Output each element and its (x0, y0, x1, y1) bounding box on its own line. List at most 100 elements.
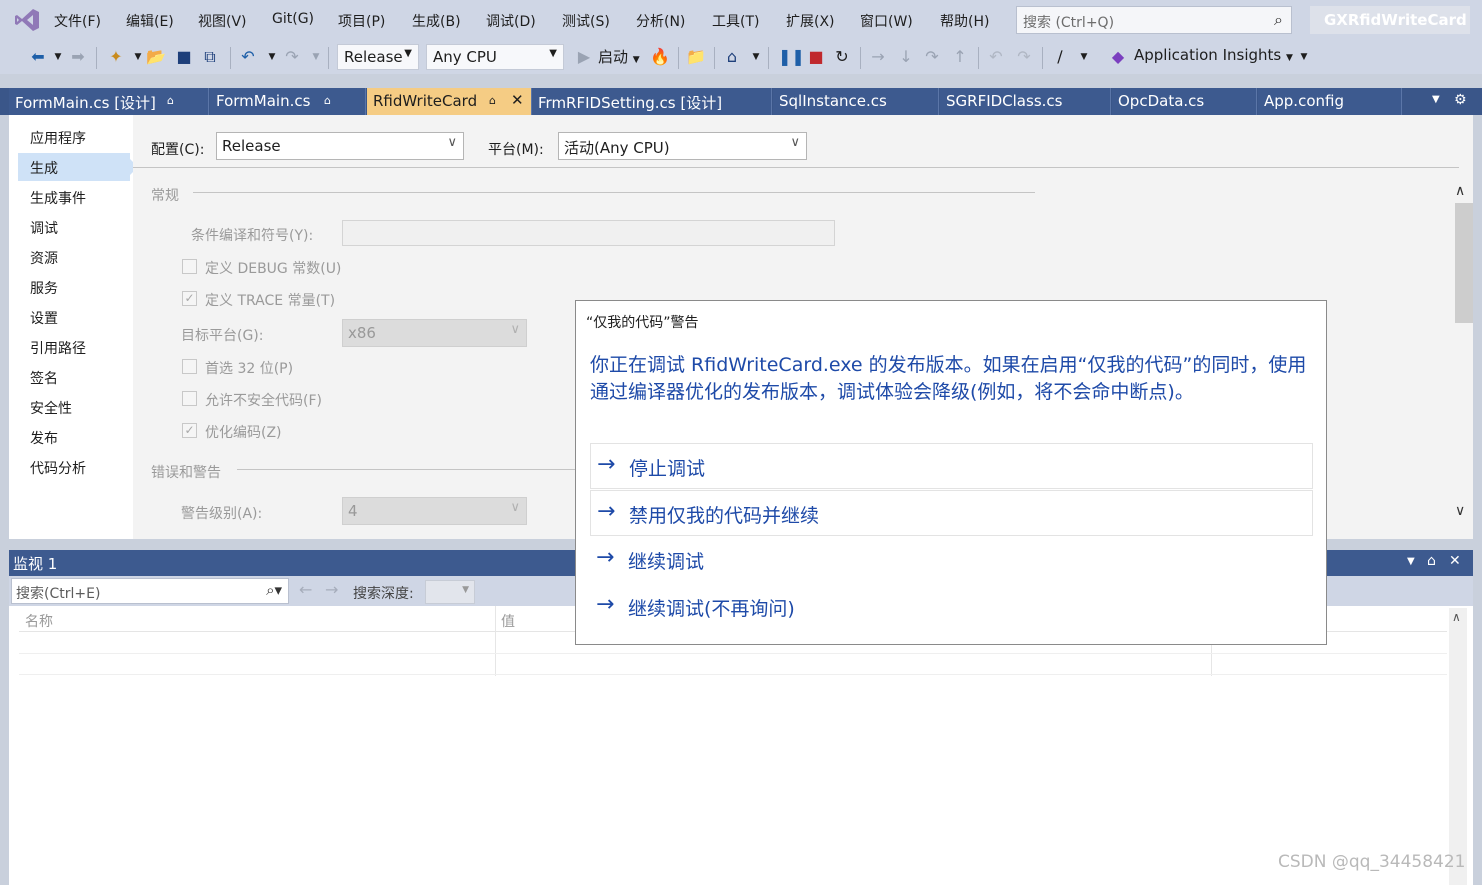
close-icon[interactable]: ✕ (511, 91, 524, 109)
sidebar-item-signing[interactable]: 签名 (18, 363, 130, 391)
tab-sqlinstance[interactable]: SqlInstance.cs (773, 88, 939, 115)
tab-list-dropdown-icon[interactable]: ▼ (1432, 94, 1440, 105)
window-dropdown-icon[interactable]: ▼ (746, 47, 766, 67)
step-over-icon[interactable]: ↷ (922, 47, 942, 67)
new-dropdown-icon[interactable]: ▼ (128, 47, 148, 67)
column-header-value[interactable]: 值 (501, 611, 515, 631)
sidebar-item-publish[interactable]: 发布 (18, 423, 130, 451)
sidebar-item-services[interactable]: 服务 (18, 273, 130, 301)
menu-tools[interactable]: 工具(T) (712, 11, 759, 31)
allow-unsafe-checkbox[interactable] (182, 391, 197, 406)
find-in-files-icon[interactable]: 📁 (686, 47, 706, 67)
conditional-symbols-input[interactable] (342, 220, 835, 246)
undo-dropdown-icon[interactable]: ▼ (262, 47, 282, 67)
stop-icon[interactable]: ■ (806, 47, 826, 67)
navigate-back-icon[interactable]: ⬅ (28, 47, 48, 67)
sidebar-item-build[interactable]: 生成 (18, 153, 138, 181)
menu-debug[interactable]: 调试(D) (486, 11, 536, 31)
configuration-select[interactable]: Release ∨ (216, 132, 464, 160)
define-trace-checkbox[interactable]: ✓ (182, 291, 197, 306)
show-next-statement-icon[interactable]: → (868, 47, 888, 67)
scroll-up-icon[interactable]: ∧ (1452, 610, 1461, 624)
start-debugging-button[interactable]: 启动 ▼ (598, 46, 640, 68)
sidebar-item-security[interactable]: 安全性 (18, 393, 130, 421)
step-into-icon[interactable]: ↓ (896, 47, 916, 67)
menu-extensions[interactable]: 扩展(X) (786, 11, 835, 31)
continue-debugging-button[interactable]: → 继续调试 (590, 537, 1313, 583)
sidebar-item-debug[interactable]: 调试 (18, 213, 130, 241)
application-window-icon[interactable]: ⌂ (722, 47, 742, 67)
search-depth-select[interactable]: ▼ (425, 580, 475, 604)
menu-view[interactable]: 视图(V) (198, 11, 247, 31)
restart-icon[interactable]: ↻ (832, 47, 852, 67)
watch-vertical-scrollbar[interactable]: ∧ (1449, 608, 1467, 885)
target-platform-select[interactable]: x86 ∨ (342, 319, 527, 347)
solution-configuration-combo[interactable]: Release ▼ (337, 44, 419, 70)
gear-icon[interactable]: ⚙ (1454, 92, 1467, 108)
pin-icon[interactable]: ⌂ (489, 94, 496, 107)
toolbar-overflow-icon[interactable]: ▼ (1294, 47, 1314, 67)
visual-studio-logo-icon[interactable] (14, 8, 40, 32)
step-out-icon[interactable]: ↑ (950, 47, 970, 67)
window-options-dropdown-icon[interactable]: ▼ (1407, 556, 1415, 567)
menu-window[interactable]: 窗口(W) (860, 11, 913, 31)
tab-rfidwritecard[interactable]: RfidWriteCard ⌂ ✕ (367, 88, 532, 115)
step-backward-icon[interactable]: ↶ (986, 47, 1006, 67)
navigate-forward-icon[interactable]: ➡ (68, 47, 88, 67)
menu-file[interactable]: 文件(F) (54, 11, 101, 31)
continue-dont-ask-button[interactable]: → 继续调试(不再询问) (590, 584, 1313, 630)
warning-level-select[interactable]: 4 ∨ (342, 497, 527, 525)
sidebar-item-settings[interactable]: 设置 (18, 303, 130, 331)
search-next-icon[interactable]: → (325, 580, 338, 599)
scrollbar-thumb[interactable] (1455, 203, 1473, 323)
stop-debugging-button[interactable]: → 停止调试 (590, 443, 1313, 489)
redo-icon[interactable]: ↷ (282, 47, 302, 67)
close-icon[interactable]: ✕ (1449, 553, 1461, 569)
comment-out-icon[interactable]: ∕ (1050, 47, 1070, 67)
new-project-icon[interactable]: ✦ (106, 47, 126, 67)
pin-icon[interactable]: ⌂ (167, 94, 174, 107)
tab-formmain-code[interactable]: FormMain.cs ⌂ (210, 88, 366, 115)
open-folder-icon[interactable]: 📂 (146, 47, 166, 67)
prefer-32bit-checkbox[interactable] (182, 359, 197, 374)
menu-build[interactable]: 生成(B) (412, 11, 461, 31)
tab-appconfig[interactable]: App.config (1258, 88, 1402, 115)
optimize-code-checkbox[interactable]: ✓ (182, 423, 197, 438)
sidebar-item-code-analysis[interactable]: 代码分析 (18, 453, 130, 481)
menu-test[interactable]: 测试(S) (562, 11, 610, 31)
application-insights-button[interactable]: Application Insights ▼ (1134, 46, 1293, 68)
solution-platform-combo[interactable]: Any CPU ▼ (426, 44, 564, 70)
platform-select[interactable]: 活动(Any CPU) ∨ (558, 132, 807, 160)
table-row[interactable] (19, 654, 1447, 675)
save-icon[interactable]: ■ (174, 47, 194, 67)
menu-edit[interactable]: 编辑(E) (126, 11, 174, 31)
sidebar-item-resources[interactable]: 资源 (18, 243, 130, 271)
back-dropdown-icon[interactable]: ▼ (48, 47, 68, 67)
pin-icon[interactable]: ⌂ (324, 94, 331, 107)
save-all-icon[interactable]: ⧉ (200, 47, 220, 67)
tab-opcdata[interactable]: OpcData.cs (1112, 88, 1257, 115)
tab-frmrfidsetting-designer[interactable]: FrmRFIDSetting.cs [设计] (532, 88, 772, 115)
menu-project[interactable]: 项目(P) (338, 11, 385, 31)
pause-icon[interactable]: ❚❚ (778, 47, 805, 67)
sidebar-item-reference-paths[interactable]: 引用路径 (18, 333, 130, 361)
watch-search-input[interactable]: 搜索(Ctrl+E) ⌕▾ (11, 578, 289, 604)
toolbar-options-icon[interactable]: ▼ (1074, 47, 1094, 67)
tab-formmain-designer[interactable]: FormMain.cs [设计] ⌂ (9, 88, 209, 115)
define-debug-checkbox[interactable] (182, 259, 197, 274)
scroll-up-icon[interactable]: ∧ (1455, 183, 1465, 199)
menu-git[interactable]: Git(G) (272, 11, 314, 27)
menu-analyze[interactable]: 分析(N) (636, 11, 685, 31)
pin-icon[interactable]: ⌂ (1427, 553, 1436, 569)
step-forward-icon[interactable]: ↷ (1014, 47, 1034, 67)
tab-sgrfidclass[interactable]: SGRFIDClass.cs (940, 88, 1111, 115)
redo-dropdown-icon[interactable]: ▼ (306, 47, 326, 67)
vertical-scrollbar[interactable]: ∧ ∨ (1443, 179, 1473, 519)
scroll-down-icon[interactable]: ∨ (1455, 503, 1465, 519)
sidebar-item-build-events[interactable]: 生成事件 (18, 183, 130, 211)
menu-help[interactable]: 帮助(H) (940, 11, 989, 31)
search-previous-icon[interactable]: ← (299, 580, 312, 599)
global-search-input[interactable]: 搜索 (Ctrl+Q) ⌕ (1016, 6, 1292, 34)
sidebar-item-application[interactable]: 应用程序 (18, 123, 130, 151)
column-header-name[interactable]: 名称 (25, 611, 53, 631)
